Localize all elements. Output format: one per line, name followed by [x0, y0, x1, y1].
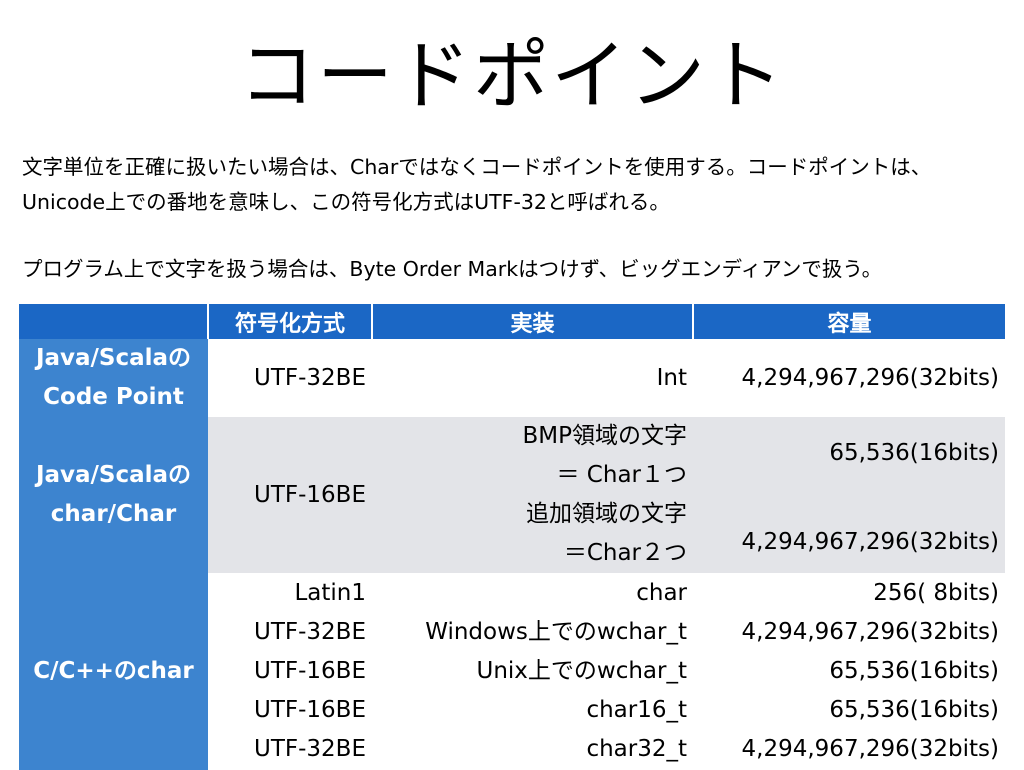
row-label-line: char/Char: [50, 501, 177, 527]
header-capacity: 容量: [692, 304, 1005, 339]
table-row: Java/Scalaの char/Char UTF-16BE BMP領域の文字 …: [19, 417, 1005, 573]
implementation-cell: Int: [372, 339, 693, 417]
capacity-value: 65,536(16bits): [829, 440, 999, 466]
implementation-value: char: [636, 580, 687, 606]
implementation-value: char16_t: [586, 697, 687, 723]
capacity-value: 4,294,967,296(32bits): [741, 529, 999, 555]
capacity-value: 4,294,967,296(32bits): [741, 619, 999, 645]
bom-paragraph: プログラム上で文字を扱う場合は、Byte Order Markはつけず、ビッグエ…: [22, 257, 883, 281]
capacity-value: 4,294,967,296(32bits): [741, 736, 999, 762]
implementation-value: Unix上でのwchar_t: [476, 658, 687, 684]
implementation-value: BMP領域の文字: [522, 423, 688, 449]
header-implementation: 実装: [371, 304, 693, 339]
encoding-value: UTF-32BE: [254, 736, 366, 762]
implementation-value: Int: [656, 364, 687, 391]
encoding-value: UTF-16BE: [254, 658, 366, 684]
capacity-value: 256( 8bits): [873, 580, 999, 606]
encoding-value: Latin1: [294, 580, 366, 606]
encoding-cell: UTF-16BE: [208, 417, 372, 573]
capacity-cell: 4,294,967,296(32bits): [693, 339, 1005, 417]
implementation-value: ＝ Char１つ: [556, 462, 688, 488]
encoding-cell: UTF-32BE: [208, 339, 372, 417]
capacity-value: 4,294,967,296(32bits): [741, 364, 999, 391]
implementation-value: 追加領域の文字: [526, 501, 687, 527]
code-point-table: 符号化方式 実装 容量 Java/Scalaの Code Point UTF-3…: [19, 304, 1005, 770]
capacity-cell: 65,536(16bits) 4,294,967,296(32bits): [693, 417, 1005, 573]
intro-paragraph: 文字単位を正確に扱いたい場合は、Charではなくコードポイントを使用する。コード…: [22, 155, 932, 214]
capacity-value: 65,536(16bits): [829, 658, 999, 684]
capacity-value: 65,536(16bits): [829, 697, 999, 723]
row-label-java-char: Java/Scalaの char/Char: [19, 417, 208, 573]
capacity-cell: 256( 8bits) 4,294,967,296(32bits) 65,536…: [693, 573, 1005, 770]
slide-title: コードポイント: [239, 31, 785, 120]
table-header-row: 符号化方式 実装 容量: [19, 304, 1005, 339]
table-row: C/C++のchar Latin1 UTF-32BE UTF-16BE UTF-…: [19, 573, 1005, 770]
row-label-line: C/C++のchar: [33, 658, 194, 684]
row-label-line: Java/Scalaの: [35, 462, 192, 488]
implementation-value: ＝Char２つ: [563, 540, 687, 566]
header-blank: [19, 304, 208, 339]
encoding-cell: Latin1 UTF-32BE UTF-16BE UTF-16BE UTF-32…: [208, 573, 372, 770]
row-label-line: Java/Scalaの: [35, 345, 192, 371]
encoding-value: UTF-32BE: [254, 364, 366, 391]
encoding-value: UTF-32BE: [254, 619, 366, 645]
encoding-value: UTF-16BE: [254, 697, 366, 723]
header-encoding: 符号化方式: [207, 304, 372, 339]
table-row: Java/Scalaの Code Point UTF-32BE Int 4,29…: [19, 339, 1005, 417]
row-label-java-codepoint: Java/Scalaの Code Point: [19, 339, 208, 417]
row-label-c-char: C/C++のchar: [19, 573, 208, 770]
implementation-value: char32_t: [586, 736, 687, 762]
implementation-cell: char Windows上でのwchar_t Unix上でのwchar_t ch…: [372, 573, 693, 770]
row-label-line: Code Point: [43, 384, 184, 410]
encoding-value: UTF-16BE: [254, 481, 366, 508]
implementation-value: Windows上でのwchar_t: [425, 619, 687, 645]
implementation-cell: BMP領域の文字 ＝ Char１つ 追加領域の文字 ＝Char２つ: [372, 417, 693, 573]
